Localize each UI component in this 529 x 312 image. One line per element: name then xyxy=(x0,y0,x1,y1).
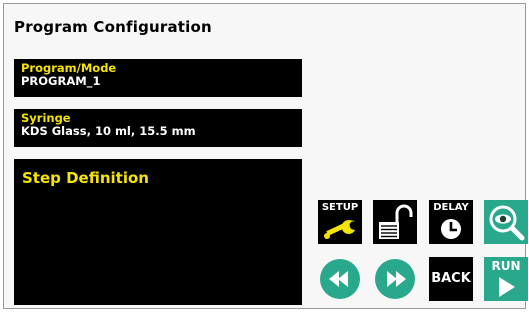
program-mode-value: PROGRAM_1 xyxy=(21,74,101,88)
setup-label: SETUP xyxy=(321,202,359,213)
delay-button[interactable]: DELAY xyxy=(429,200,473,244)
fast-forward-button[interactable] xyxy=(373,257,417,301)
unlocked-padlock-icon xyxy=(379,204,413,239)
view-button[interactable] xyxy=(484,200,528,244)
step-definition-panel[interactable]: Step Definition xyxy=(14,159,302,305)
rewind-button[interactable] xyxy=(318,257,362,301)
run-button[interactable]: RUN xyxy=(484,257,528,301)
rewind-icon xyxy=(320,259,360,299)
syringe-field[interactable]: Syringe KDS Glass, 10 ml, 15.5 mm xyxy=(14,109,302,147)
back-button[interactable]: BACK xyxy=(429,257,473,301)
program-configuration-screen: Program Configuration Program/Mode PROGR… xyxy=(3,3,528,309)
step-definition-label: Step Definition xyxy=(22,169,149,187)
back-label: BACK xyxy=(431,271,471,286)
program-mode-field[interactable]: Program/Mode PROGRAM_1 xyxy=(14,59,302,97)
setup-button[interactable]: SETUP xyxy=(318,200,362,244)
lock-button[interactable] xyxy=(373,200,417,244)
page-title: Program Configuration xyxy=(14,18,212,36)
syringe-value: KDS Glass, 10 ml, 15.5 mm xyxy=(21,124,196,138)
fast-forward-icon xyxy=(375,259,415,299)
eye-magnifier-icon xyxy=(489,205,525,241)
run-label: RUN xyxy=(491,259,521,273)
delay-label: DELAY xyxy=(433,202,469,213)
